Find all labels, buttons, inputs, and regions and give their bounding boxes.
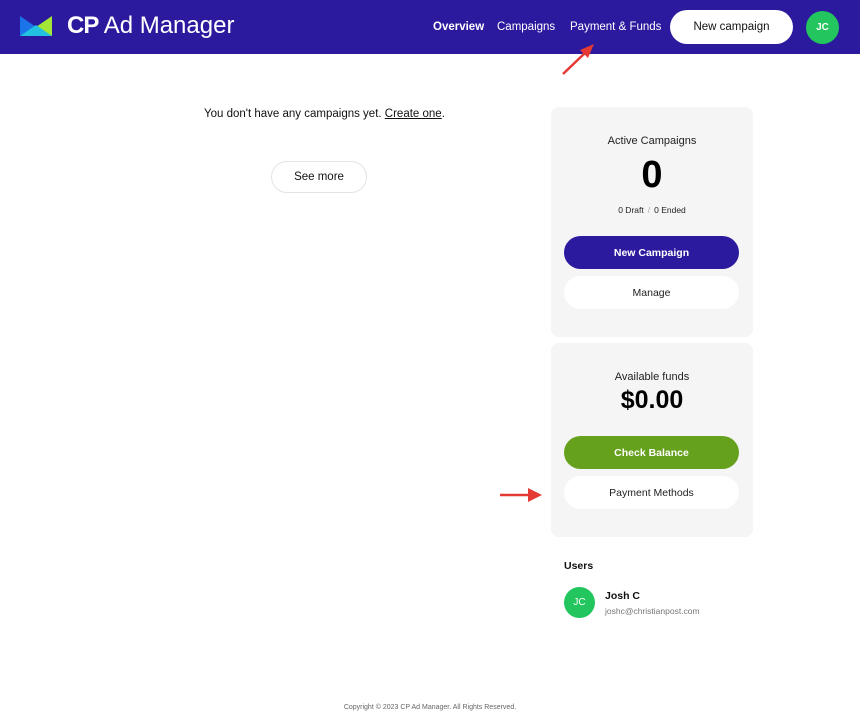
empty-message-text: You don't have any campaigns yet. (204, 108, 385, 120)
users-title: Users (564, 560, 594, 572)
separator: / (647, 205, 651, 215)
empty-campaigns-message: You don't have any campaigns yet. Create… (204, 108, 445, 120)
cp-logo-icon (20, 16, 52, 36)
ended-count: 0 Ended (654, 205, 686, 215)
draft-count: 0 Draft (618, 205, 644, 215)
user-list-avatar: JC (564, 587, 595, 618)
annotation-arrow-icon (500, 488, 542, 502)
footer-copyright: Copyright © 2023 CP Ad Manager. All Righ… (343, 704, 517, 711)
user-email: joshc@christianpost.com (605, 606, 700, 616)
payment-methods-button[interactable]: Payment Methods (564, 476, 739, 509)
available-funds-title: Available funds (614, 371, 690, 383)
check-balance-button[interactable]: Check Balance (564, 436, 739, 469)
nav-payment-funds[interactable]: Payment & Funds (570, 20, 661, 34)
brand-name[interactable]: CP Ad Manager (67, 12, 234, 40)
top-navigation-bar: CP Ad Manager Overview Campaigns Payment… (0, 0, 860, 54)
nav-campaigns[interactable]: Campaigns (497, 20, 555, 34)
campaign-status-summary: 0 Draft/0 Ended (551, 205, 753, 215)
active-campaigns-card: Active Campaigns 0 0 Draft/0 Ended New C… (551, 107, 753, 337)
create-one-link[interactable]: Create one (385, 108, 442, 120)
new-campaign-card-button[interactable]: New Campaign (564, 236, 739, 269)
user-avatar[interactable]: JC (806, 11, 839, 44)
active-campaigns-count: 0 (641, 154, 663, 196)
nav-overview[interactable]: Overview (433, 20, 484, 34)
annotation-arrow-icon (562, 44, 594, 75)
available-funds-amount: $0.00 (620, 386, 684, 414)
manage-button[interactable]: Manage (564, 276, 739, 309)
see-more-button[interactable]: See more (271, 161, 367, 193)
available-funds-card: Available funds $0.00 Check Balance Paym… (551, 343, 753, 537)
active-campaigns-title: Active Campaigns (607, 135, 697, 147)
brand-suffix: Ad Manager (98, 12, 235, 39)
empty-message-suffix: . (441, 108, 445, 120)
user-name: Josh C (605, 590, 641, 602)
new-campaign-button[interactable]: New campaign (670, 10, 793, 44)
brand-prefix: CP (67, 12, 99, 39)
